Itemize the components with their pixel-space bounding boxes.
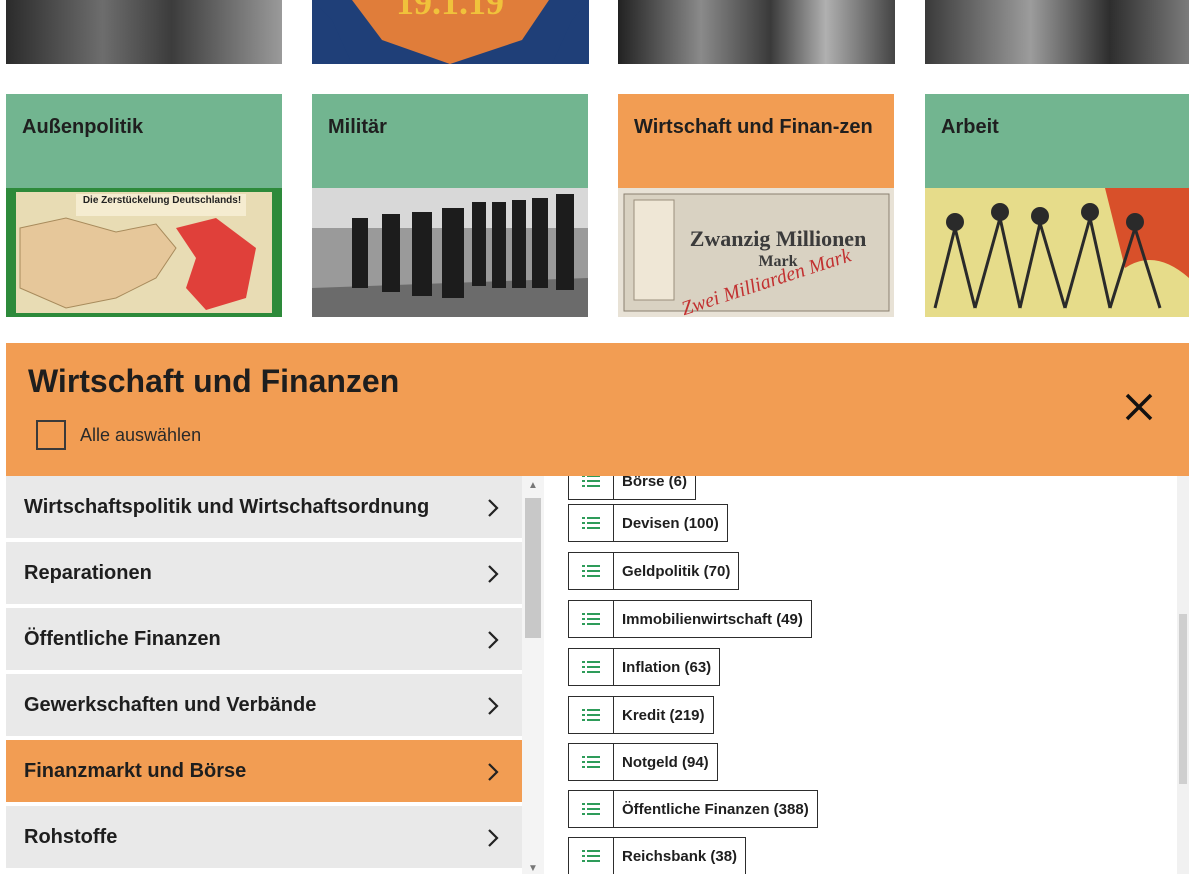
list-icon — [569, 476, 614, 499]
keyword-label: Immobilienwirtschaft (49) — [622, 610, 803, 628]
category-card-wirtschaft-und-finanzen[interactable]: Wirtschaft und Finan-zen Zwanzig Million… — [618, 94, 894, 317]
subcategory-item[interactable]: Reparationen — [6, 542, 522, 606]
photo-thumbnail-4[interactable] — [925, 0, 1189, 64]
category-title: Arbeit — [925, 94, 1189, 188]
select-all-label: Alle auswählen — [80, 424, 202, 445]
poster-image — [925, 188, 1189, 317]
category-title: Außenpolitik — [6, 94, 282, 188]
chevron-right-icon — [488, 763, 499, 781]
keyword-tag[interactable]: Börse (6) — [568, 476, 697, 500]
keyword-label: Reichsbank (38) — [622, 847, 738, 865]
keyword-tag[interactable]: Inflation (63) — [568, 648, 721, 686]
photo-thumbnail-1[interactable] — [6, 0, 282, 64]
close-button[interactable] — [1123, 391, 1155, 423]
keyword-list: Börse (6) Devisen (100) Geldpolitik (70)… — [568, 476, 1168, 874]
subcategory-label: Wirtschaftspolitik und Wirtschaftsordnun… — [24, 495, 430, 518]
chevron-right-icon — [488, 697, 499, 715]
category-title: Wirtschaft und Finan-zen — [618, 94, 894, 188]
list-icon — [569, 553, 614, 589]
chevron-right-icon — [488, 829, 499, 847]
subcategory-label: Reparationen — [24, 561, 152, 584]
select-all-checkbox[interactable] — [36, 420, 66, 450]
list-icon — [569, 744, 614, 780]
keyword-label: Notgeld (94) — [622, 753, 709, 771]
category-card-militaer[interactable]: Militär — [312, 94, 588, 317]
filter-panel-header: Wirtschaft und Finanzen Alle auswählen — [6, 343, 1189, 476]
subcategory-item[interactable]: Rohstoffe — [6, 806, 522, 870]
list-icon — [569, 791, 614, 827]
keyword-tag[interactable]: Kredit (219) — [568, 696, 714, 734]
keyword-label: Kredit (219) — [622, 706, 705, 724]
scrollbar-thumb[interactable] — [525, 498, 541, 638]
keyword-tag[interactable]: Öffentliche Finanzen (388) — [568, 790, 818, 828]
svg-text:Die Zerstückelung Deutschlands: Die Zerstückelung Deutschlands! — [83, 195, 241, 206]
scrollbar-thumb[interactable] — [1179, 614, 1187, 784]
subcategory-list: Wirtschaftspolitik und Wirtschaftsordnun… — [6, 476, 522, 874]
keyword-scrollbar[interactable] — [1177, 476, 1189, 874]
subcategory-item[interactable]: Öffentliche Finanzen — [6, 608, 522, 672]
list-icon — [569, 505, 614, 541]
keyword-tag[interactable]: Reichsbank (38) — [568, 837, 747, 874]
soldiers-photo — [312, 188, 588, 317]
category-title: Militär — [312, 94, 588, 188]
subcategory-label: Öffentliche Finanzen — [24, 627, 221, 650]
chevron-right-icon — [488, 631, 499, 649]
subcategory-item-active[interactable]: Finanzmarkt und Börse — [6, 740, 522, 804]
keyword-tag[interactable]: Devisen (100) — [568, 504, 728, 542]
chevron-right-icon — [488, 499, 499, 517]
keyword-tag[interactable]: Immobilienwirtschaft (49) — [568, 600, 812, 638]
select-all[interactable]: Alle auswählen — [36, 420, 201, 450]
subcategory-scrollbar[interactable]: ▲ ▼ — [522, 476, 544, 874]
scroll-up-icon[interactable]: ▲ — [528, 480, 538, 491]
keyword-label: Devisen (100) — [622, 514, 719, 532]
keyword-label: Öffentliche Finanzen (388) — [622, 800, 809, 818]
scroll-down-icon[interactable]: ▼ — [528, 863, 538, 874]
list-icon — [569, 838, 614, 874]
subcategory-item[interactable]: Gewerkschaften und Verbände — [6, 674, 522, 738]
subcategory-label: Gewerkschaften und Verbände — [24, 693, 317, 716]
poster-thumbnail-2[interactable]: 19.1.19 — [312, 0, 589, 64]
poster-text: 19.1.19 — [396, 0, 504, 22]
list-icon — [569, 601, 614, 637]
photo-thumbnail-3[interactable] — [618, 0, 895, 64]
subcategory-label: Finanzmarkt und Börse — [24, 759, 247, 782]
keyword-label: Inflation (63) — [622, 658, 712, 676]
category-card-arbeit[interactable]: Arbeit — [925, 94, 1189, 317]
subcategory-label: Rohstoffe — [24, 825, 118, 848]
poster-graphic: 19.1.19 — [312, 0, 589, 64]
list-icon — [569, 649, 614, 685]
subcategory-item[interactable]: Wirtschaftspolitik und Wirtschaftsordnun… — [6, 476, 522, 540]
close-icon — [1125, 393, 1153, 421]
category-card-aussenpolitik[interactable]: Außenpolitik Die Zerstückelung Deutschla… — [6, 94, 282, 317]
keyword-tag[interactable]: Geldpolitik (70) — [568, 552, 740, 590]
banknote-image: Zwanzig Millionen Mark Zwei Milliarden M… — [618, 188, 894, 317]
panel-title: Wirtschaft und Finanzen — [28, 363, 400, 399]
chevron-right-icon — [488, 565, 499, 583]
map-image: Die Zerstückelung Deutschlands! — [6, 188, 282, 317]
keyword-label: Geldpolitik (70) — [622, 562, 731, 580]
list-icon — [569, 697, 614, 733]
keyword-tag[interactable]: Notgeld (94) — [568, 743, 718, 781]
keyword-label: Börse (6) — [622, 476, 688, 490]
